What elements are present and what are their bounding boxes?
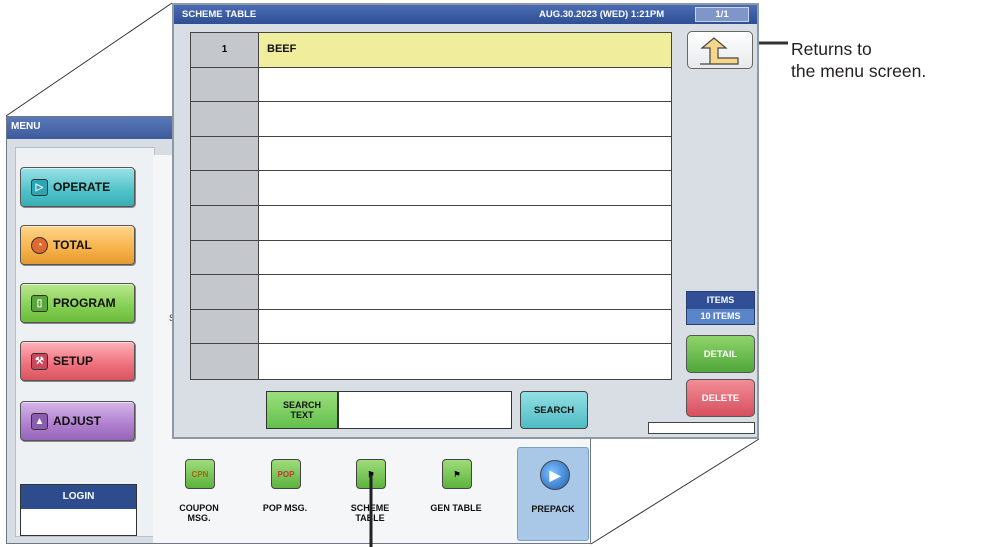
- list-item[interactable]: 1 BEEF: [191, 33, 671, 68]
- list-item[interactable]: [191, 136, 671, 172]
- gen-table-label: GEN TABLE: [430, 503, 482, 513]
- prepack-button[interactable]: ▶ PREPACK: [517, 447, 589, 541]
- coupon-msg-button[interactable]: CPN COUPON MSG.: [163, 447, 235, 541]
- row-number: [191, 206, 259, 240]
- datetime: AUG.30.2023 (WED) 1:21PM: [539, 9, 665, 20]
- coupon-icon: CPN: [185, 459, 215, 489]
- scheme-title: SCHEME TABLE: [182, 9, 257, 20]
- items-value: 10 ITEMS: [687, 309, 754, 324]
- play-circle-icon: ▷: [31, 178, 48, 196]
- row-number: [191, 309, 259, 344]
- list-item[interactable]: [191, 344, 671, 379]
- list-item[interactable]: [191, 206, 671, 241]
- program-button[interactable]: ▯ PROGRAM: [20, 283, 135, 323]
- clock-icon: ◔: [31, 236, 48, 254]
- operate-label: OPERATE: [53, 180, 111, 194]
- back-button[interactable]: [687, 31, 753, 69]
- list-item[interactable]: [191, 102, 671, 137]
- setup-button[interactable]: ⚒ SETUP: [20, 341, 135, 381]
- setup-label: SETUP: [53, 354, 94, 368]
- pop-msg-label: POP MSG.: [262, 503, 308, 513]
- callout-text: Returns to the menu screen.: [791, 38, 926, 82]
- wrench-icon: ⚒: [31, 352, 48, 370]
- prepack-label: PREPACK: [531, 504, 575, 514]
- operate-button[interactable]: ▷ OPERATE: [20, 167, 135, 207]
- row-number: [191, 171, 259, 205]
- list-item[interactable]: [191, 275, 671, 310]
- scheme-table-icon: ⚑: [356, 459, 386, 489]
- row-number: 1: [191, 33, 259, 67]
- list-item[interactable]: [191, 171, 671, 206]
- zoom-line-top: [5, 2, 173, 117]
- total-button[interactable]: ◔ TOTAL: [20, 225, 135, 265]
- menu-icon-row: CPN COUPON MSG. POP POP MSG. ⚑ SCHEME TA…: [157, 447, 589, 543]
- status-field: [648, 422, 755, 434]
- return-arrow-icon: [700, 37, 739, 65]
- coupon-msg-label: COUPON MSG.: [179, 503, 219, 523]
- detail-button[interactable]: DETAIL: [686, 335, 755, 373]
- page-indicator: 1/1: [695, 7, 749, 22]
- total-label: TOTAL: [53, 238, 92, 252]
- gen-table-button[interactable]: ⚑ GEN TABLE: [420, 447, 492, 541]
- search-button[interactable]: SEARCH: [520, 391, 588, 429]
- row-number: [191, 102, 259, 136]
- adjust-label: ADJUST: [53, 414, 102, 428]
- list-item[interactable]: [191, 240, 671, 276]
- book-icon: ▯: [31, 294, 48, 312]
- login-label: LOGIN: [21, 485, 136, 509]
- scheme-title-bar: SCHEME TABLE AUG.30.2023 (WED) 1:21PM 1/…: [174, 5, 757, 24]
- scheme-table-button[interactable]: ⚑ SCHEME TABLE: [334, 447, 406, 541]
- list-item[interactable]: [191, 67, 671, 103]
- row-name: BEEF: [267, 43, 297, 55]
- search-text-label: SEARCH TEXT: [266, 391, 338, 429]
- program-label: PROGRAM: [53, 296, 116, 310]
- gen-table-icon: ⚑: [442, 459, 472, 489]
- row-number: [191, 240, 259, 275]
- callout-line-2: the menu screen.: [791, 61, 927, 81]
- play-circle-icon: ▶: [540, 460, 570, 490]
- row-number: [191, 344, 259, 379]
- row-number: [191, 275, 259, 309]
- scheme-table-window: SCHEME TABLE AUG.30.2023 (WED) 1:21PM 1/…: [172, 3, 759, 439]
- row-number: [191, 67, 259, 102]
- search-input[interactable]: [338, 391, 512, 429]
- callout-line-1: Returns to: [791, 39, 872, 59]
- login-panel[interactable]: LOGIN: [20, 484, 137, 536]
- pop-msg-button[interactable]: POP POP MSG.: [249, 447, 321, 541]
- row-number: [191, 136, 259, 171]
- adjust-button[interactable]: ▲ ADJUST: [20, 401, 135, 441]
- pop-icon: POP: [271, 459, 301, 489]
- items-counter: ITEMS 10 ITEMS: [686, 291, 755, 325]
- scheme-table-label: SCHEME TABLE: [350, 503, 390, 523]
- list-item[interactable]: [191, 309, 671, 345]
- delete-button[interactable]: DELETE: [686, 379, 755, 417]
- items-label: ITEMS: [687, 292, 754, 309]
- scheme-list: 1 BEEF: [190, 32, 672, 380]
- zoom-line-bottom: [590, 438, 760, 545]
- adjust-icon: ▲: [31, 412, 48, 430]
